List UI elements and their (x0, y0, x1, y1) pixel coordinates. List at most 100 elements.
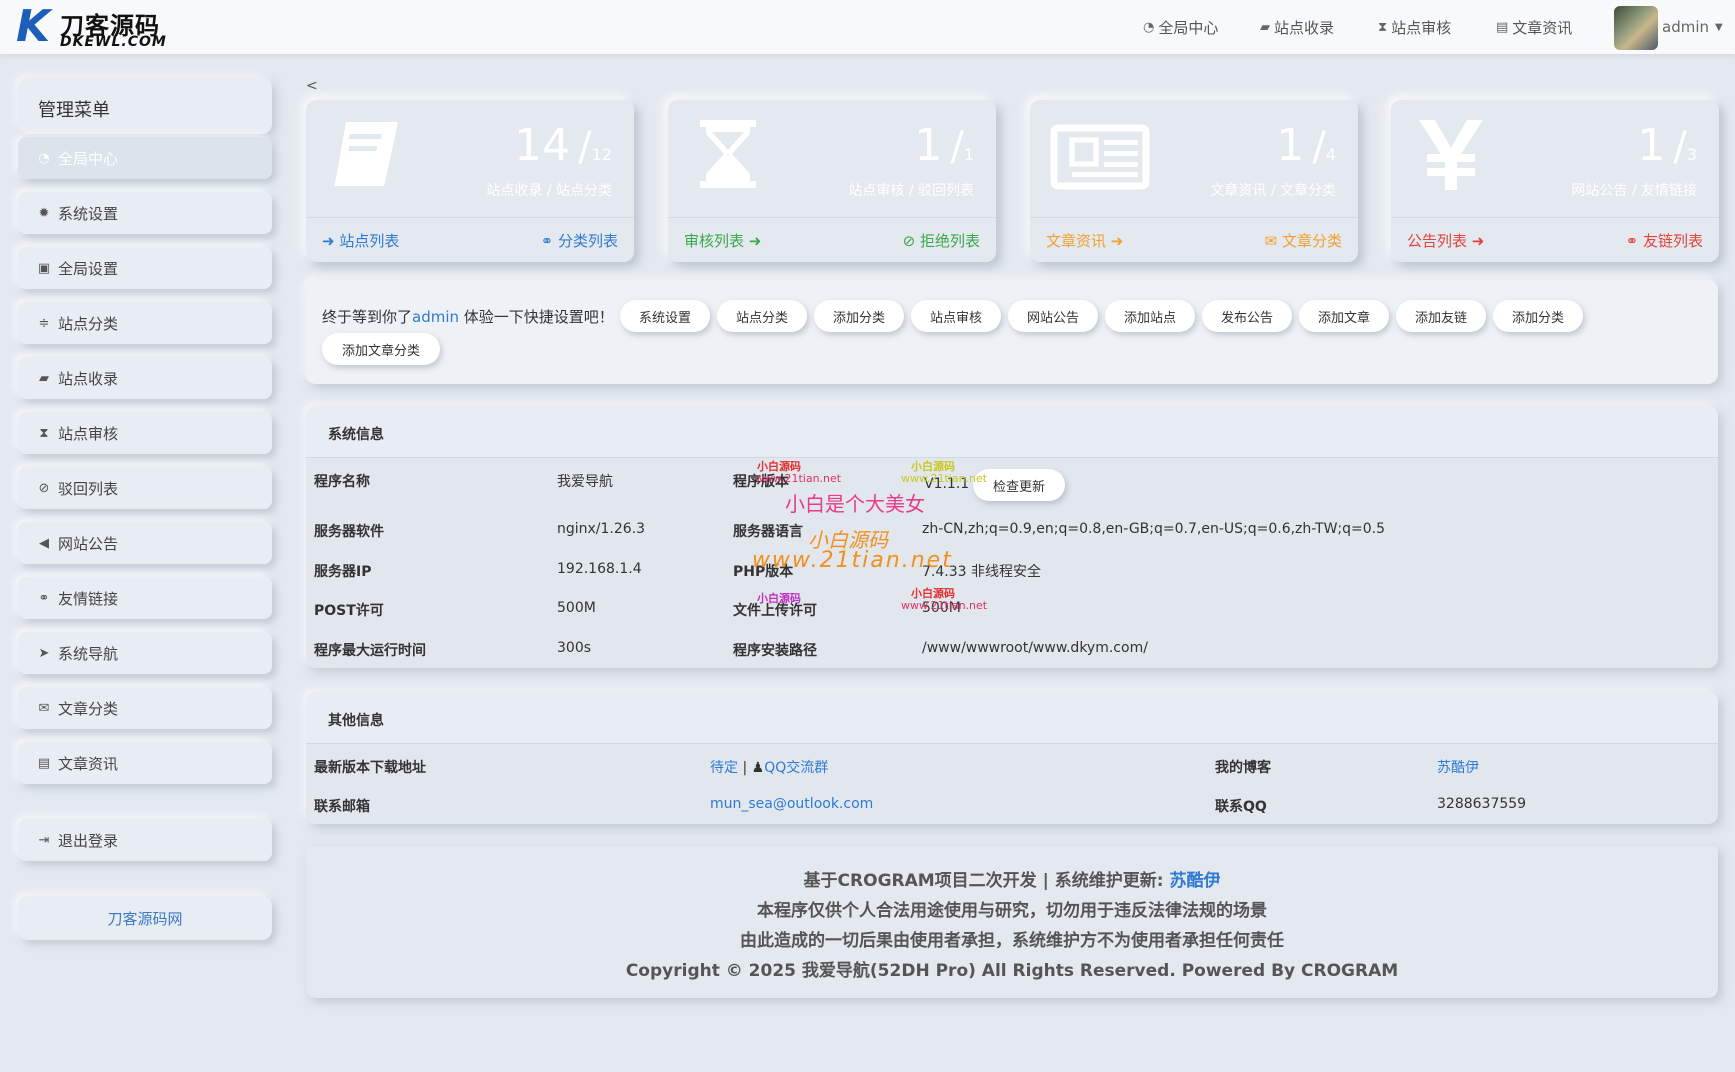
site-logo[interactable]: K 刀客源码 DKEWL.COM (16, 4, 166, 52)
envelope-icon: ✉ (1264, 231, 1278, 250)
topnav-articles[interactable]: ▤ 文章资讯 (1496, 0, 1572, 54)
watermark: www.21tian.net (755, 472, 842, 485)
info-key: 程序最大运行时间 (314, 643, 426, 659)
site-list-link[interactable]: ➜ 站点列表 (322, 230, 399, 251)
topnav-dashboard[interactable]: ◔ 全局中心 (1143, 0, 1218, 54)
topnav-label: 站点收录 (1274, 18, 1335, 37)
sidebar-item-site-category[interactable]: ≑ 站点分类 (18, 302, 272, 344)
qq-group-link[interactable]: QQ交流群 (764, 760, 828, 776)
info-key: 联系QQ (1215, 799, 1267, 815)
quick-publish-announcement-button[interactable]: 发布公告 (1202, 300, 1292, 332)
topnav-sites[interactable]: ▰ 站点收录 (1260, 0, 1334, 54)
article-list-link[interactable]: 文章资讯 ➜ (1046, 230, 1123, 251)
sidebar-footer-link[interactable]: 刀客源码网 (18, 896, 272, 940)
avatar[interactable] (1614, 6, 1658, 50)
sidebar-item-articles[interactable]: ▤ 文章资讯 (18, 742, 272, 784)
quick-announcement-button[interactable]: 网站公告 (1008, 300, 1098, 332)
sidebar-item-label: 网站公告 (58, 534, 119, 553)
info-key: 程序名称 (314, 474, 370, 490)
quick-settings-panel: 终于等到你了admin 体验一下快捷设置吧！ 系统设置 站点分类 添加分类 站点… (306, 280, 1718, 384)
info-key: 服务器IP (314, 564, 372, 580)
envelope-icon: ✉ (38, 700, 50, 716)
stat-sub: 1 (963, 145, 974, 164)
newspaper-icon: ▤ (37, 755, 51, 771)
sidebar-item-site-review[interactable]: ⧗ 站点审核 (18, 412, 272, 454)
quick-add-site-button[interactable]: 添加站点 (1105, 300, 1195, 332)
stat-main: 14 (514, 120, 571, 171)
sidebar-item-announcement[interactable]: ◀ 网站公告 (18, 522, 272, 564)
image-icon: ▣ (37, 260, 51, 276)
stat-sub: 3 (1686, 145, 1697, 164)
hourglass-icon: ⧗ (1378, 19, 1388, 35)
sidebar-item-dashboard[interactable]: ◔ 全局中心 (18, 137, 272, 179)
maintainer-link[interactable]: 苏酷伊 (1169, 871, 1220, 891)
dashboard-icon: ◔ (1143, 19, 1155, 35)
sidebar-item-system-nav[interactable]: ➤ 系统导航 (18, 632, 272, 674)
info-key: 服务器语言 (733, 524, 803, 540)
quick-system-settings-button[interactable]: 系统设置 (620, 300, 710, 332)
user-menu[interactable]: admin ▼ (1662, 0, 1723, 54)
topnav-label: 文章资讯 (1512, 18, 1573, 37)
quick-add-friend-link-button[interactable]: 添加友链 (1396, 300, 1486, 332)
page-footer: 基于CROGRAM项目二次开发 | 系统维护更新: 苏酷伊 本程序仅供个人合法用… (306, 846, 1718, 998)
sidebar-item-site-collection[interactable]: ▰ 站点收录 (18, 357, 272, 399)
logo-text-en: DKEWL.COM (60, 34, 167, 50)
logout-button[interactable]: ⇥ 退出登录 (18, 819, 272, 861)
sidebar-item-global-settings[interactable]: ▣ 全局设置 (18, 247, 272, 289)
info-value: zh-CN,zh;q=0.9,en;q=0.8,en-GB;q=0.7,en-U… (922, 521, 1386, 537)
sidebar-item-label: 文章资讯 (58, 754, 119, 773)
greeting: 终于等到你了admin 体验一下快捷设置吧！ (322, 308, 614, 326)
handshake-icon: ⚭ (38, 590, 50, 606)
quick-add-article-button[interactable]: 添加文章 (1299, 300, 1389, 332)
panel-title: 系统信息 (306, 406, 1718, 458)
stat-sub: 4 (1325, 145, 1336, 164)
quick-site-review-button[interactable]: 站点审核 (911, 300, 1001, 332)
footer-line: 基于CROGRAM项目二次开发 | 系统维护更新: 苏酷伊 (803, 871, 1221, 891)
info-value: 3288637559 (1437, 796, 1527, 812)
stat-desc: 文章资讯 / 文章分类 (1210, 183, 1336, 199)
reject-list-link[interactable]: ⊘ 拒绝列表 (903, 230, 980, 251)
top-bar: K 刀客源码 DKEWL.COM ◔ 全局中心 ▰ 站点收录 ⧗ 站点审核 ▤ … (0, 0, 1735, 54)
bullhorn-icon: ◀ (39, 535, 49, 551)
stat-main: 1 (1276, 120, 1305, 171)
stat-card-review: 1/1 站点审核 / 驳回列表 审核列表 ➜ ⊘ 拒绝列表 (668, 100, 996, 262)
quick-add-category-button[interactable]: 添加分类 (814, 300, 904, 332)
email-link[interactable]: mun_sea@outlook.com (710, 796, 873, 812)
book-icon: ▰ (1260, 19, 1270, 35)
sidebar-item-label: 全局设置 (58, 259, 119, 278)
info-value: 192.168.1.4 (557, 561, 642, 577)
blog-link[interactable]: 苏酷伊 (1437, 757, 1479, 777)
article-category-link[interactable]: ✉ 文章分类 (1265, 230, 1342, 251)
back-button[interactable]: < (306, 78, 318, 94)
info-value: 我爱导航 (557, 474, 613, 490)
footer-line: 本程序仅供个人合法用途使用与研究，切勿用于违反法律法规的场景 (757, 901, 1267, 921)
pending-link[interactable]: 待定 (710, 760, 738, 776)
stat-sub: 12 (591, 145, 612, 164)
quick-site-category-button[interactable]: 站点分类 (717, 300, 807, 332)
info-key: 程序安装路径 (733, 643, 817, 659)
newspaper-icon: ▤ (1496, 19, 1509, 35)
sidebar-item-friend-links[interactable]: ⚭ 友情链接 (18, 577, 272, 619)
newspaper-icon (1050, 124, 1150, 190)
sidebar-item-rejected[interactable]: ⊘ 驳回列表 (18, 467, 272, 509)
review-list-link[interactable]: 审核列表 ➜ (684, 230, 761, 251)
sidebar-item-label: 友情链接 (58, 589, 119, 608)
category-list-link[interactable]: ⚭ 分类列表 (541, 230, 618, 251)
watermark: www.21tian.net (901, 472, 988, 485)
footer-line: 由此造成的一切后果由使用者承担，系统维护方不为使用者承担任何责任 (740, 931, 1284, 951)
quick-add-category-button-2[interactable]: 添加分类 (1493, 300, 1583, 332)
announcement-list-link[interactable]: 公告列表 ➜ (1407, 230, 1484, 251)
sidebar-item-label: 全局中心 (58, 149, 119, 168)
topnav-review[interactable]: ⧗ 站点审核 (1378, 0, 1451, 54)
sort-icon: ≑ (38, 315, 50, 331)
username: admin (1662, 18, 1709, 36)
sidebar-item-system-settings[interactable]: ✹ 系统设置 (18, 192, 272, 234)
info-value: 300s (557, 640, 592, 656)
sidebar-item-label: 站点审核 (58, 424, 119, 443)
caret-down-icon: ▼ (1715, 21, 1723, 33)
sidebar-item-article-category[interactable]: ✉ 文章分类 (18, 687, 272, 729)
sidebar-item-label: 系统导航 (58, 644, 119, 663)
stat-main: 1 (1637, 120, 1666, 171)
quick-add-article-category-button[interactable]: 添加文章分类 (322, 333, 440, 365)
friend-link-list-link[interactable]: ⚭ 友链列表 (1626, 230, 1703, 251)
